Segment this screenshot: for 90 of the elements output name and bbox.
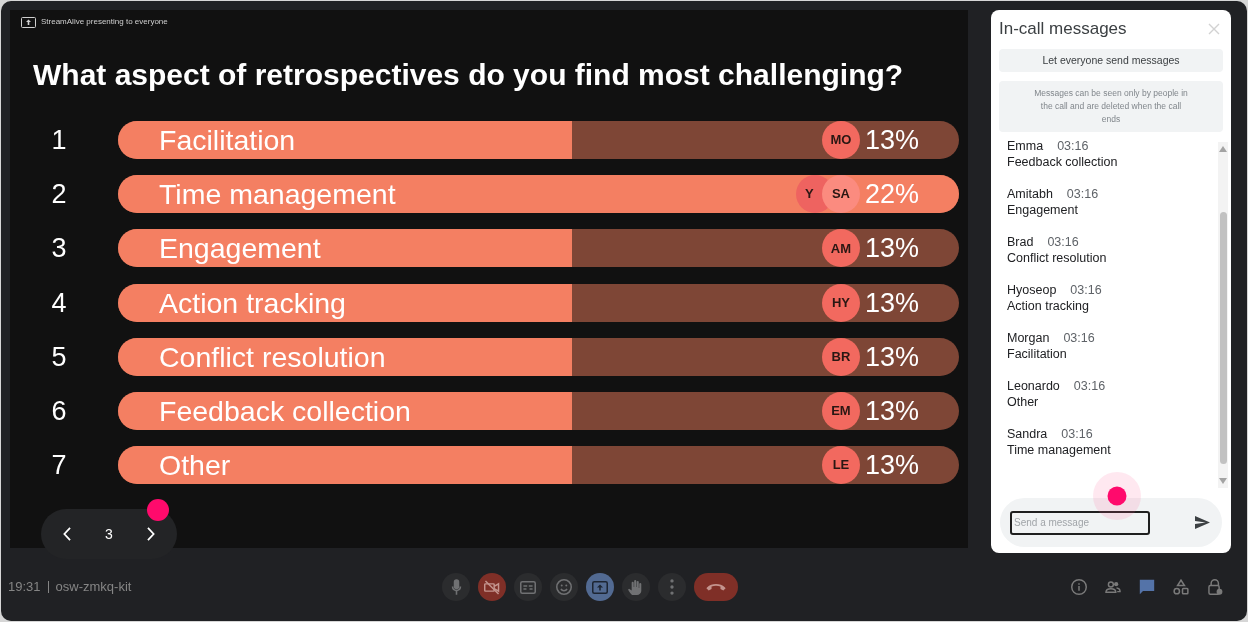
option-number: 6 bbox=[50, 394, 68, 428]
sender-name: Hyoseop bbox=[1007, 282, 1057, 298]
option-number: 2 bbox=[50, 178, 68, 212]
more-options-button[interactable] bbox=[658, 573, 686, 601]
shapes-icon bbox=[1173, 579, 1189, 595]
info-icon bbox=[1071, 579, 1087, 595]
clock-time: 19:31 bbox=[8, 578, 41, 597]
option-number: 7 bbox=[50, 449, 68, 483]
option-label: Action tracking bbox=[159, 285, 346, 321]
close-icon bbox=[1208, 23, 1220, 35]
meeting-code: osw-zmkq-kit bbox=[55, 578, 132, 597]
chat-bubble-icon bbox=[1139, 579, 1155, 595]
percentage-text: 22% bbox=[864, 178, 919, 212]
chevron-right-icon bbox=[147, 527, 155, 541]
sender-name: Morgan bbox=[1007, 330, 1050, 346]
option-label: Other bbox=[159, 448, 231, 484]
avatar: HY bbox=[821, 283, 860, 322]
option-number: 3 bbox=[50, 232, 68, 266]
scrollbar-thumb[interactable] bbox=[1219, 212, 1227, 464]
smiley-icon bbox=[556, 579, 572, 595]
more-icon bbox=[670, 579, 674, 595]
option-label: Time management bbox=[159, 177, 396, 213]
message-text: Facilitation bbox=[1007, 346, 1067, 362]
slide-number: 3 bbox=[105, 524, 113, 544]
message-time: 03:16 bbox=[1073, 378, 1106, 394]
option-label: Feedback collection bbox=[159, 393, 411, 429]
present-button[interactable] bbox=[586, 573, 614, 601]
end-call-button[interactable] bbox=[694, 573, 738, 601]
lock-icon bbox=[1207, 579, 1223, 595]
send-icon bbox=[1195, 516, 1210, 529]
message-text: Engagement bbox=[1007, 202, 1078, 218]
phone-icon bbox=[706, 583, 726, 591]
reactions-button[interactable] bbox=[550, 573, 578, 601]
percentage-text: 13% bbox=[864, 124, 919, 157]
send-button[interactable] bbox=[1195, 516, 1210, 529]
avatar: BR bbox=[821, 337, 860, 376]
avatar: LE bbox=[821, 446, 860, 485]
avatar: MO bbox=[821, 121, 860, 159]
click-marker-icon bbox=[147, 499, 169, 521]
captions-icon bbox=[520, 580, 536, 594]
scrollbar-track[interactable] bbox=[1218, 142, 1228, 488]
message-input[interactable]: Send a message bbox=[1010, 510, 1150, 535]
click-marker-icon bbox=[1093, 472, 1141, 520]
presenter-label: StreamAlive presenting to everyone bbox=[41, 17, 168, 27]
message-text: Time management bbox=[1007, 442, 1111, 458]
message-text: Conflict resolution bbox=[1007, 250, 1107, 266]
percentage-text: 13% bbox=[864, 286, 919, 320]
people-icon bbox=[1105, 581, 1121, 593]
message-time: 03:16 bbox=[1047, 234, 1079, 250]
panel-title: In-call messages bbox=[999, 18, 1127, 40]
avatar: AM bbox=[821, 229, 860, 268]
raise-hand-button[interactable] bbox=[622, 573, 650, 601]
sender-name: Sandra bbox=[1007, 426, 1048, 442]
sender-name: Amitabh bbox=[1007, 186, 1053, 202]
message-text: Action tracking bbox=[1007, 298, 1089, 314]
percentage-text: 13% bbox=[864, 394, 919, 428]
camera-off-icon bbox=[484, 579, 500, 595]
camera-button[interactable] bbox=[478, 573, 506, 601]
hand-icon bbox=[628, 579, 644, 595]
option-label: Conflict resolution bbox=[159, 339, 386, 375]
percentage-text: 13% bbox=[864, 232, 919, 266]
poll-question: What aspect of retrospectives do you find most challenging? bbox=[33, 57, 904, 93]
option-label: Engagement bbox=[159, 231, 321, 267]
screen-share-icon bbox=[21, 16, 36, 28]
message-time: 03:16 bbox=[1063, 330, 1095, 346]
sender-name: Leonardo bbox=[1007, 378, 1060, 394]
message-time: 03:16 bbox=[1066, 186, 1099, 202]
allow-messages-toggle[interactable]: Let everyone send messages bbox=[999, 49, 1223, 72]
percentage-text: 13% bbox=[864, 449, 919, 483]
message-time: 03:16 bbox=[1057, 138, 1089, 154]
scroll-up-icon bbox=[1219, 146, 1227, 152]
message-time: 03:16 bbox=[1070, 282, 1102, 298]
microphone-icon bbox=[450, 579, 462, 595]
option-number: 4 bbox=[50, 286, 68, 320]
sender-name: Emma bbox=[1007, 138, 1044, 154]
message-time: 03:16 bbox=[1061, 426, 1093, 442]
chevron-left-icon bbox=[63, 527, 71, 541]
message-text: Feedback collection bbox=[1007, 154, 1118, 170]
option-number: 1 bbox=[50, 124, 68, 157]
sender-name: Brad bbox=[1007, 234, 1034, 250]
captions-button[interactable] bbox=[514, 573, 542, 601]
avatar: EM bbox=[821, 391, 860, 430]
message-text: Other bbox=[1007, 394, 1039, 410]
option-number: 5 bbox=[50, 340, 68, 374]
privacy-notice: Messages can be seen only by people in the call and are deleted when the call ends bbox=[999, 81, 1223, 132]
microphone-button[interactable] bbox=[442, 573, 470, 601]
option-label: Facilitation bbox=[159, 123, 296, 158]
percentage-text: 13% bbox=[864, 340, 919, 374]
present-screen-icon bbox=[592, 580, 608, 594]
scroll-down-icon bbox=[1219, 478, 1227, 484]
